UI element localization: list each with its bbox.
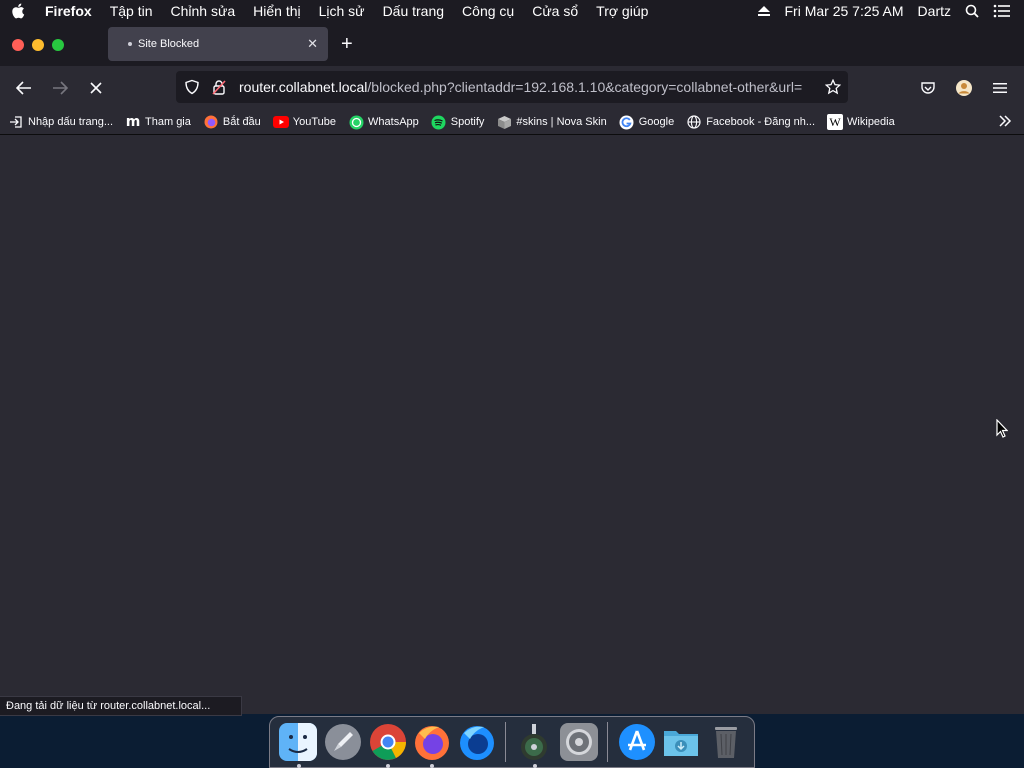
tracking-protection-shield-icon[interactable] xyxy=(181,79,203,95)
bookmark-whatsapp[interactable]: WhatsApp xyxy=(348,114,419,130)
app-store-icon[interactable] xyxy=(617,722,657,762)
spotlight-search-icon[interactable] xyxy=(958,4,986,18)
close-window-button[interactable] xyxy=(12,39,24,51)
bookmark-label: Facebook - Đăng nh... xyxy=(706,116,816,128)
bookmark-label: Wikipedia xyxy=(847,116,895,128)
mouse-pointer-icon xyxy=(996,418,1009,443)
minimize-window-button[interactable] xyxy=(32,39,44,51)
bookmark-nova-skin[interactable]: #skins | Nova Skin xyxy=(496,114,607,130)
apple-menu-icon[interactable] xyxy=(0,0,36,22)
tab-site-blocked[interactable]: Site Blocked ✕ xyxy=(108,27,328,61)
running-indicator xyxy=(532,764,537,768)
menu-file[interactable]: Tập tin xyxy=(101,3,162,19)
youtube-icon xyxy=(272,114,289,130)
finder-icon[interactable] xyxy=(279,722,319,768)
new-tab-button[interactable]: + xyxy=(341,34,353,54)
insecure-lock-icon[interactable] xyxy=(208,79,230,95)
menu-app-name[interactable]: Firefox xyxy=(36,3,101,19)
menu-window[interactable]: Cửa sổ xyxy=(523,3,587,19)
bookmark-label: #skins | Nova Skin xyxy=(516,116,607,128)
bookmark-spotify[interactable]: Spotify xyxy=(431,114,485,130)
macos-menu-bar: Firefox Tập tin Chỉnh sửa Hiển thị Lịch … xyxy=(0,0,1024,22)
globe-icon xyxy=(686,114,702,130)
forward-button[interactable] xyxy=(50,78,70,98)
cube-icon xyxy=(496,114,512,130)
menu-bookmarks[interactable]: Dấu trang xyxy=(374,3,453,19)
url-bar[interactable]: router.collabnet.local/blocked.php?clien… xyxy=(176,71,848,103)
macos-dock xyxy=(269,716,755,768)
navigation-toolbar: router.collabnet.local/blocked.php?clien… xyxy=(0,66,1024,110)
bookmarks-toolbar: Nhập dấu trang... m Tham gia Bắt đầu You… xyxy=(0,110,1024,135)
bookmark-wikipedia[interactable]: W Wikipedia xyxy=(827,114,895,130)
m-logo-icon: m xyxy=(125,114,141,130)
menu-user[interactable]: Dartz xyxy=(911,3,958,19)
bookmark-star-icon[interactable] xyxy=(818,79,848,95)
control-center-icon[interactable] xyxy=(986,4,1018,18)
running-indicator xyxy=(430,764,435,768)
firefox-icon[interactable] xyxy=(412,722,452,768)
menu-clock[interactable]: Fri Mar 25 7:25 AM xyxy=(778,3,911,19)
bookmark-facebook[interactable]: Facebook - Đăng nh... xyxy=(686,114,815,130)
menu-history[interactable]: Lịch sử xyxy=(310,3,374,19)
spotify-icon xyxy=(431,114,447,130)
close-tab-icon[interactable]: ✕ xyxy=(307,36,318,52)
bookmark-import[interactable]: Nhập dấu trang... xyxy=(8,114,113,130)
launchpad-icon[interactable] xyxy=(323,722,363,762)
system-preferences-icon[interactable] xyxy=(559,722,599,762)
chrome-icon[interactable] xyxy=(368,722,408,768)
bookmark-label: Spotify xyxy=(450,116,485,128)
running-indicator xyxy=(296,764,301,768)
browser-window: Site Blocked ✕ + router.collabnet.local/… xyxy=(0,22,1024,716)
trash-icon[interactable] xyxy=(706,722,746,762)
window-controls xyxy=(12,39,64,51)
url-text[interactable]: router.collabnet.local/blocked.php?clien… xyxy=(239,79,818,95)
bookmarks-overflow-chevron-icon[interactable] xyxy=(998,114,1012,131)
pocket-icon[interactable] xyxy=(918,78,938,98)
whatsapp-icon xyxy=(348,114,364,130)
firefox-dev-icon[interactable] xyxy=(457,722,497,762)
bookmark-tham-gia[interactable]: m Tham gia xyxy=(125,114,191,130)
downloads-folder-icon[interactable] xyxy=(661,722,701,762)
dock-separator xyxy=(505,722,507,762)
zoom-window-button[interactable] xyxy=(52,39,64,51)
loading-dot-icon xyxy=(128,42,132,46)
import-icon xyxy=(8,114,24,130)
bookmark-label: YouTube xyxy=(292,116,337,128)
status-panel: Đang tải dữ liệu từ router.collabnet.loc… xyxy=(0,696,242,716)
running-indicator xyxy=(385,764,390,768)
menu-edit[interactable]: Chỉnh sửa xyxy=(162,3,245,19)
bookmark-label: Tham gia xyxy=(145,116,191,128)
wikipedia-icon: W xyxy=(827,114,844,130)
bookmark-youtube[interactable]: YouTube xyxy=(272,114,337,130)
stop-loading-button[interactable] xyxy=(86,78,106,98)
dock-separator xyxy=(607,722,609,762)
url-path: /blocked.php?clientaddr=192.168.1.10&cat… xyxy=(367,79,803,95)
bookmark-label: WhatsApp xyxy=(368,116,419,128)
bookmark-label: Google xyxy=(638,116,675,128)
tab-title: Site Blocked xyxy=(138,38,200,50)
bookmark-label: Nhập dấu trang... xyxy=(28,116,114,128)
bookmark-bat-dau[interactable]: Bắt đầu xyxy=(203,114,261,130)
bookmark-google[interactable]: Google xyxy=(619,114,674,130)
bookmark-label: Bắt đầu xyxy=(222,116,261,128)
page-content-area[interactable] xyxy=(0,136,1024,714)
tab-strip: Site Blocked ✕ + xyxy=(0,22,1024,66)
url-host: router.collabnet.local xyxy=(239,79,368,95)
app-menu-hamburger-icon[interactable] xyxy=(990,78,1010,98)
google-icon xyxy=(619,114,635,130)
menu-tools[interactable]: Công cụ xyxy=(453,3,523,19)
eject-icon[interactable] xyxy=(750,5,778,17)
disk-utility-icon[interactable] xyxy=(515,722,555,768)
firefox-icon xyxy=(203,114,219,130)
menu-help[interactable]: Trợ giúp xyxy=(587,3,657,19)
back-button[interactable] xyxy=(14,78,34,98)
account-avatar[interactable] xyxy=(954,78,974,98)
menu-view[interactable]: Hiển thị xyxy=(244,3,309,19)
